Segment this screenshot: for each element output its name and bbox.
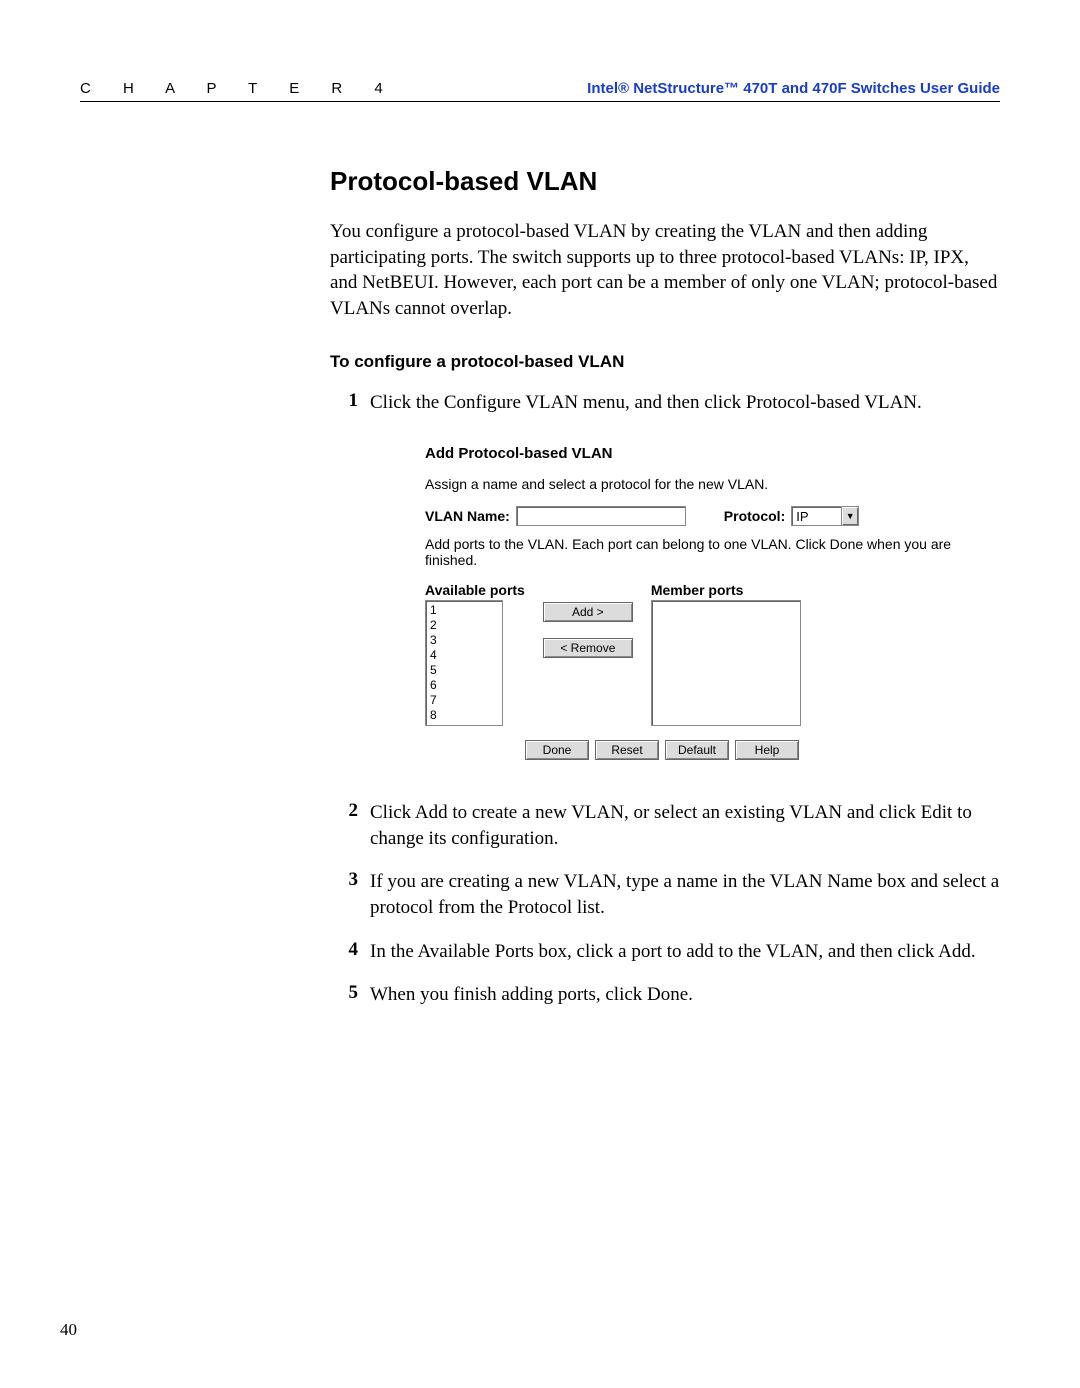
- list-item[interactable]: 6: [430, 678, 498, 693]
- dialog-instruction-2: Add ports to the VLAN. Each port can bel…: [425, 536, 1000, 568]
- step-text: In the Available Ports box, click a port…: [370, 939, 976, 965]
- default-button[interactable]: Default: [665, 740, 729, 760]
- list-item[interactable]: 3: [430, 633, 498, 648]
- remove-button[interactable]: < Remove: [543, 638, 633, 658]
- step-number: 2: [330, 800, 370, 851]
- page-number: 40: [60, 1320, 77, 1340]
- list-item[interactable]: 1: [430, 603, 498, 618]
- add-button[interactable]: Add >: [543, 602, 633, 622]
- section-heading: Protocol-based VLAN: [330, 166, 1000, 197]
- vlan-name-label: VLAN Name:: [425, 508, 510, 524]
- list-item[interactable]: 5: [430, 663, 498, 678]
- protocol-select[interactable]: ▼: [791, 506, 859, 526]
- step-number: 5: [330, 982, 370, 1008]
- step-text: If you are creating a new VLAN, type a n…: [370, 869, 1000, 920]
- reset-button[interactable]: Reset: [595, 740, 659, 760]
- intro-paragraph: You configure a protocol-based VLAN by c…: [330, 219, 1000, 322]
- chapter-label: C H A P T E R 4: [80, 80, 397, 97]
- help-button[interactable]: Help: [735, 740, 799, 760]
- step: 5 When you finish adding ports, click Do…: [330, 982, 1000, 1008]
- available-ports-label: Available ports: [425, 582, 525, 598]
- available-ports-listbox[interactable]: 1 2 3 4 5 6 7 8: [425, 600, 503, 726]
- protocol-label: Protocol:: [724, 508, 785, 524]
- step: 3 If you are creating a new VLAN, type a…: [330, 869, 1000, 920]
- dialog-screenshot: Add Protocol-based VLAN Assign a name an…: [425, 445, 1000, 760]
- dialog-instruction: Assign a name and select a protocol for …: [425, 476, 1000, 492]
- page-header: C H A P T E R 4 Intel® NetStructure™ 470…: [80, 80, 1000, 102]
- step-number: 4: [330, 939, 370, 965]
- step-number: 3: [330, 869, 370, 920]
- list-item[interactable]: 2: [430, 618, 498, 633]
- step-text: Click Add to create a new VLAN, or selec…: [370, 800, 1000, 851]
- step: 1 Click the Configure VLAN menu, and the…: [330, 390, 1000, 416]
- step-text: Click the Configure VLAN menu, and then …: [370, 390, 922, 416]
- step-text: When you finish adding ports, click Done…: [370, 982, 693, 1008]
- document-title: Intel® NetStructure™ 470T and 470F Switc…: [587, 80, 1000, 97]
- list-item[interactable]: 7: [430, 693, 498, 708]
- member-ports-listbox[interactable]: [651, 600, 801, 726]
- list-item[interactable]: 4: [430, 648, 498, 663]
- done-button[interactable]: Done: [525, 740, 589, 760]
- chevron-down-icon[interactable]: ▼: [841, 506, 859, 526]
- vlan-name-input[interactable]: [516, 506, 686, 526]
- step-number: 1: [330, 390, 370, 416]
- dialog-title: Add Protocol-based VLAN: [425, 445, 1000, 462]
- procedure-heading: To configure a protocol-based VLAN: [330, 352, 1000, 372]
- step: 4 In the Available Ports box, click a po…: [330, 939, 1000, 965]
- protocol-value[interactable]: [791, 506, 841, 526]
- member-ports-label: Member ports: [651, 582, 801, 598]
- list-item[interactable]: 8: [430, 708, 498, 723]
- step: 2 Click Add to create a new VLAN, or sel…: [330, 800, 1000, 851]
